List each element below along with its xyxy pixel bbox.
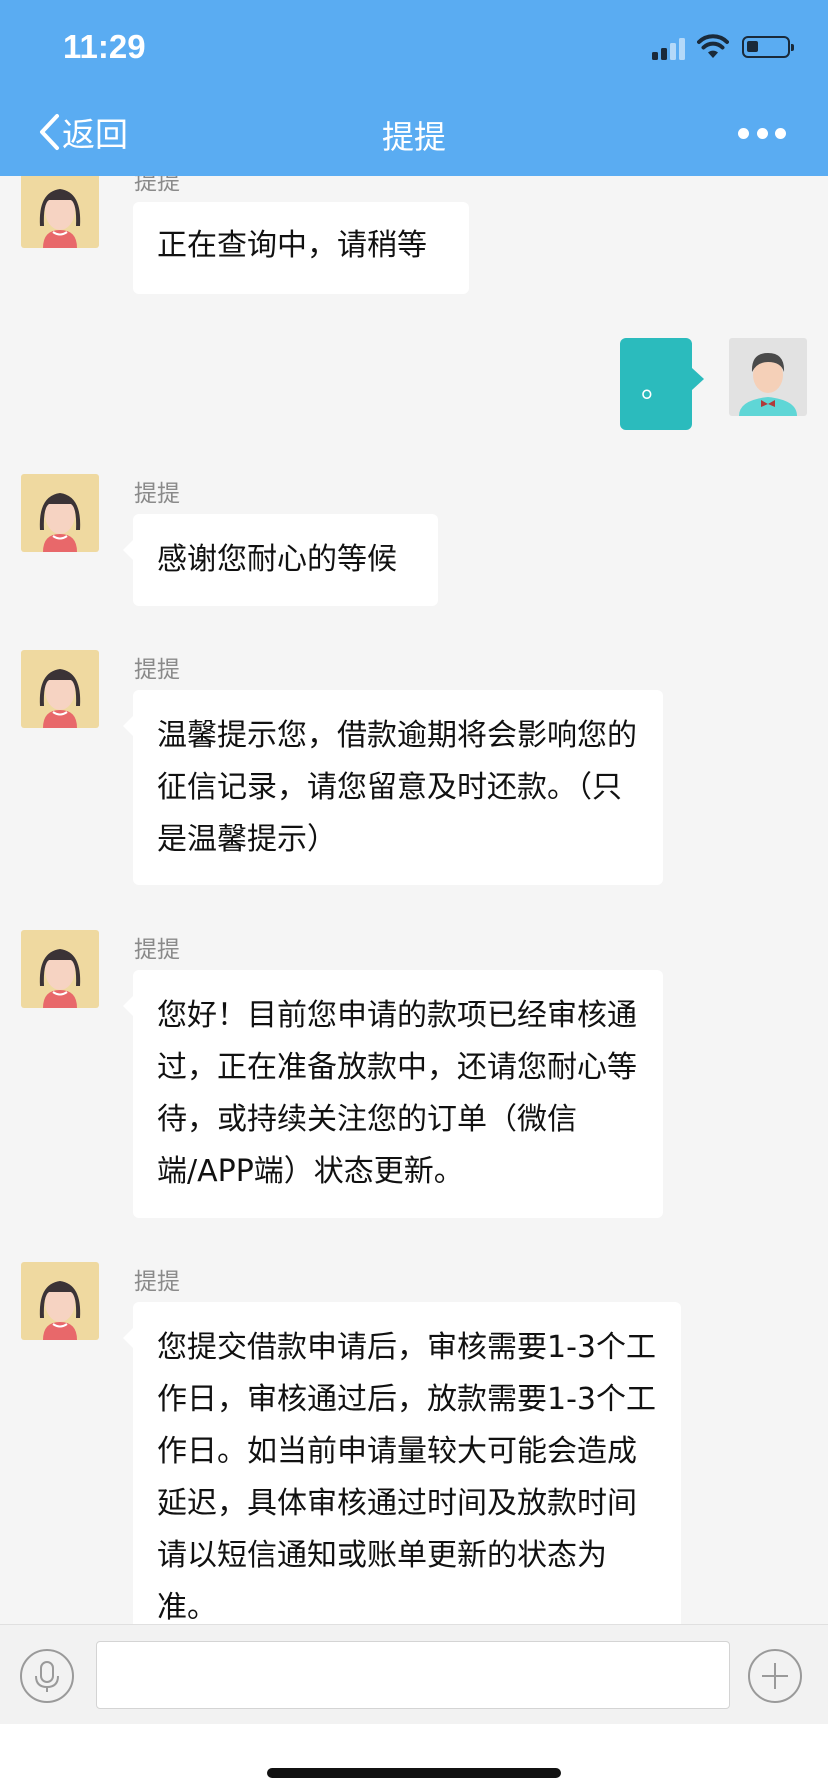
wifi-icon — [697, 34, 729, 58]
voice-button[interactable] — [20, 1649, 74, 1703]
page-title: 提提 — [381, 118, 446, 156]
sender-name: 提提 — [134, 176, 180, 195]
signal-icon — [652, 36, 688, 60]
message-bubble: 感谢您耐心的等候 — [123, 514, 438, 606]
sender-name: 提提 — [134, 657, 180, 683]
user-avatar — [729, 338, 807, 416]
microphone-icon — [35, 1661, 59, 1692]
agent-avatar — [21, 474, 99, 552]
my-message-bubble: 。 — [620, 338, 704, 430]
status-time: 11:29 — [63, 28, 146, 65]
agent-avatar — [21, 650, 99, 728]
agent-avatar — [21, 176, 99, 248]
message-bubble: 温馨提示您，借款逾期将会影响您的征信记录，请您留意及时还款。（只是温馨提示） — [123, 690, 663, 885]
battery-icon — [742, 36, 794, 58]
sender-name: 提提 — [134, 1269, 180, 1295]
chat-area[interactable]: 提提 正在查询中，请稍等 。 提提 感谢您耐心的等候 提提 温馨提示您，借款逾期… — [0, 176, 828, 1624]
home-area — [0, 1724, 828, 1792]
agent-avatar — [21, 1262, 99, 1340]
message-input[interactable] — [96, 1641, 730, 1709]
message-bubble: 您好！目前您申请的款项已经审核通过，正在准备放款中，还请您耐心等待，或持续关注您… — [123, 970, 663, 1218]
home-indicator[interactable] — [267, 1768, 561, 1778]
more-button[interactable] — [738, 126, 786, 140]
navigation-header: 11:29 返回 提提 — [0, 0, 828, 176]
message-bubble: 正在查询中，请稍等 — [133, 202, 469, 294]
more-icon — [738, 127, 749, 139]
input-bar — [0, 1624, 828, 1725]
sender-name: 提提 — [134, 481, 180, 507]
sender-name: 提提 — [134, 937, 180, 963]
plus-icon — [762, 1663, 788, 1689]
message-bubble: 您提交借款申请后，审核需要1-3个工作日，审核通过后，放款需要1-3个工作日。如… — [123, 1302, 681, 1624]
agent-avatar — [21, 930, 99, 1008]
more-actions-button[interactable] — [748, 1649, 802, 1703]
